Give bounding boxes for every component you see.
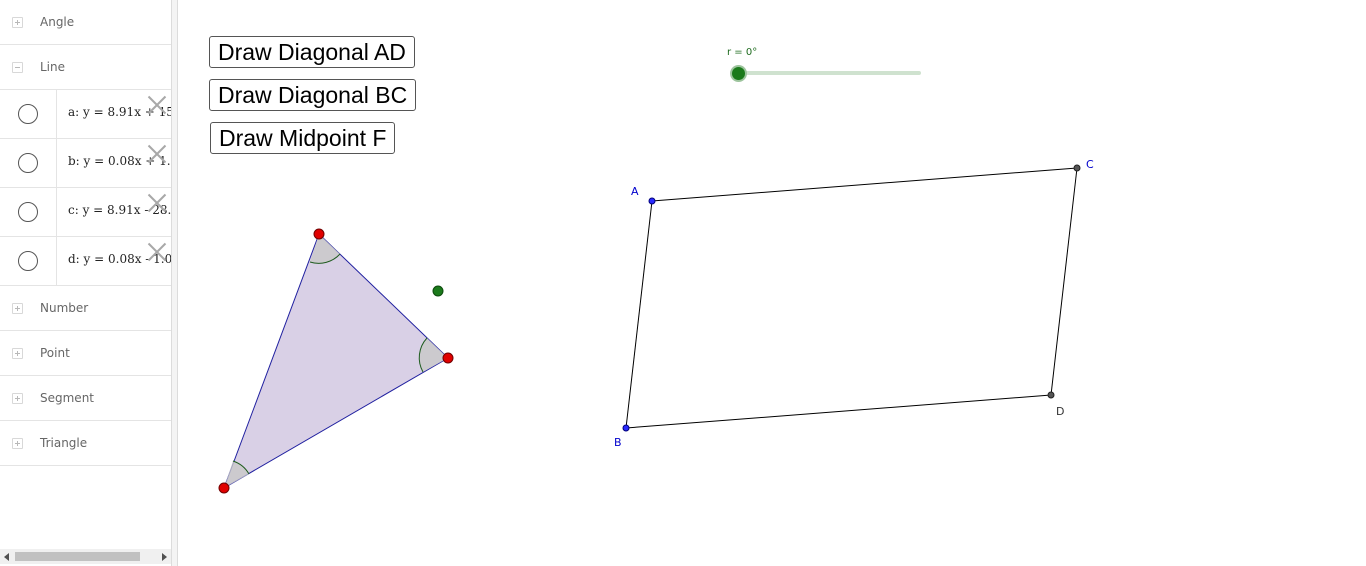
triangle-vertex-top[interactable] [313, 228, 325, 240]
view-splitter[interactable] [171, 0, 178, 566]
group-segment[interactable]: Segment [0, 376, 171, 421]
segment-ba[interactable] [625, 200, 653, 429]
scrollbar-thumb[interactable] [15, 552, 140, 561]
point-c[interactable] [1073, 164, 1081, 172]
group-label-number: Number [40, 301, 89, 315]
close-icon[interactable] [146, 143, 168, 165]
group-label-angle: Angle [40, 15, 75, 29]
divider [56, 237, 57, 285]
point-label-b: B [614, 436, 622, 449]
segment-db[interactable] [625, 394, 1052, 429]
scroll-right-icon[interactable] [162, 553, 167, 561]
group-label-segment: Segment [40, 391, 94, 405]
point-label-c: C [1086, 158, 1094, 171]
triangle-vertex-right[interactable] [442, 352, 454, 364]
triangle-polygon[interactable] [223, 233, 449, 490]
close-icon[interactable] [146, 192, 168, 214]
expand-icon[interactable] [12, 17, 23, 28]
point-label-a: A [631, 185, 639, 198]
scroll-left-icon[interactable] [4, 553, 9, 561]
divider [56, 139, 57, 187]
group-number[interactable]: Number [0, 286, 171, 331]
point-a[interactable] [648, 197, 656, 205]
graphics-view[interactable]: A B C D Draw Diagonal AD Draw Diagonal B… [179, 0, 1366, 566]
group-label-triangle: Triangle [40, 436, 88, 450]
group-label-line: Line [40, 60, 66, 74]
slider-label: r = 0° [727, 47, 758, 58]
draw-diagonal-bc-button[interactable]: Draw Diagonal BC [209, 79, 417, 111]
line-item-c[interactable]: c: y = 8.91x - 28. [0, 188, 171, 237]
line-item-b[interactable]: b: y = 0.08x + 1. [0, 139, 171, 188]
collapse-icon[interactable] [12, 62, 23, 73]
draw-midpoint-f-button[interactable]: Draw Midpoint F [210, 122, 396, 154]
algebra-view: Angle Line a: y = 8.91x + 15 b: y = 0.08… [0, 0, 171, 566]
group-label-point: Point [40, 346, 70, 360]
point-b[interactable] [622, 424, 630, 432]
point-d[interactable] [1047, 391, 1055, 399]
group-angle[interactable]: Angle [0, 0, 171, 45]
expand-icon[interactable] [12, 393, 23, 404]
segment-ac[interactable] [651, 167, 1078, 202]
close-icon[interactable] [146, 94, 168, 116]
close-icon[interactable] [146, 241, 168, 263]
divider [56, 188, 57, 236]
expand-icon[interactable] [12, 348, 23, 359]
divider [56, 90, 57, 138]
line-item-a[interactable]: a: y = 8.91x + 15 [0, 90, 171, 139]
rotation-slider-track[interactable] [738, 71, 921, 75]
visibility-toggle-icon[interactable] [18, 153, 38, 173]
visibility-toggle-icon[interactable] [18, 202, 38, 222]
triangle-vertex-bottom[interactable] [218, 482, 230, 494]
rotation-slider-knob[interactable] [732, 67, 745, 80]
free-point-green[interactable] [432, 285, 444, 297]
group-line[interactable]: Line [0, 45, 171, 90]
visibility-toggle-icon[interactable] [18, 251, 38, 271]
group-triangle[interactable]: Triangle [0, 421, 171, 466]
group-point[interactable]: Point [0, 331, 171, 376]
point-label-d: D [1056, 405, 1064, 418]
horizontal-scrollbar[interactable] [0, 549, 171, 564]
segment-cd[interactable] [1050, 167, 1078, 396]
line-item-d[interactable]: d: y = 0.08x - 1.0 [0, 237, 171, 286]
visibility-toggle-icon[interactable] [18, 104, 38, 124]
draw-diagonal-ad-button[interactable]: Draw Diagonal AD [209, 36, 415, 68]
expand-icon[interactable] [12, 438, 23, 449]
expand-icon[interactable] [12, 303, 23, 314]
